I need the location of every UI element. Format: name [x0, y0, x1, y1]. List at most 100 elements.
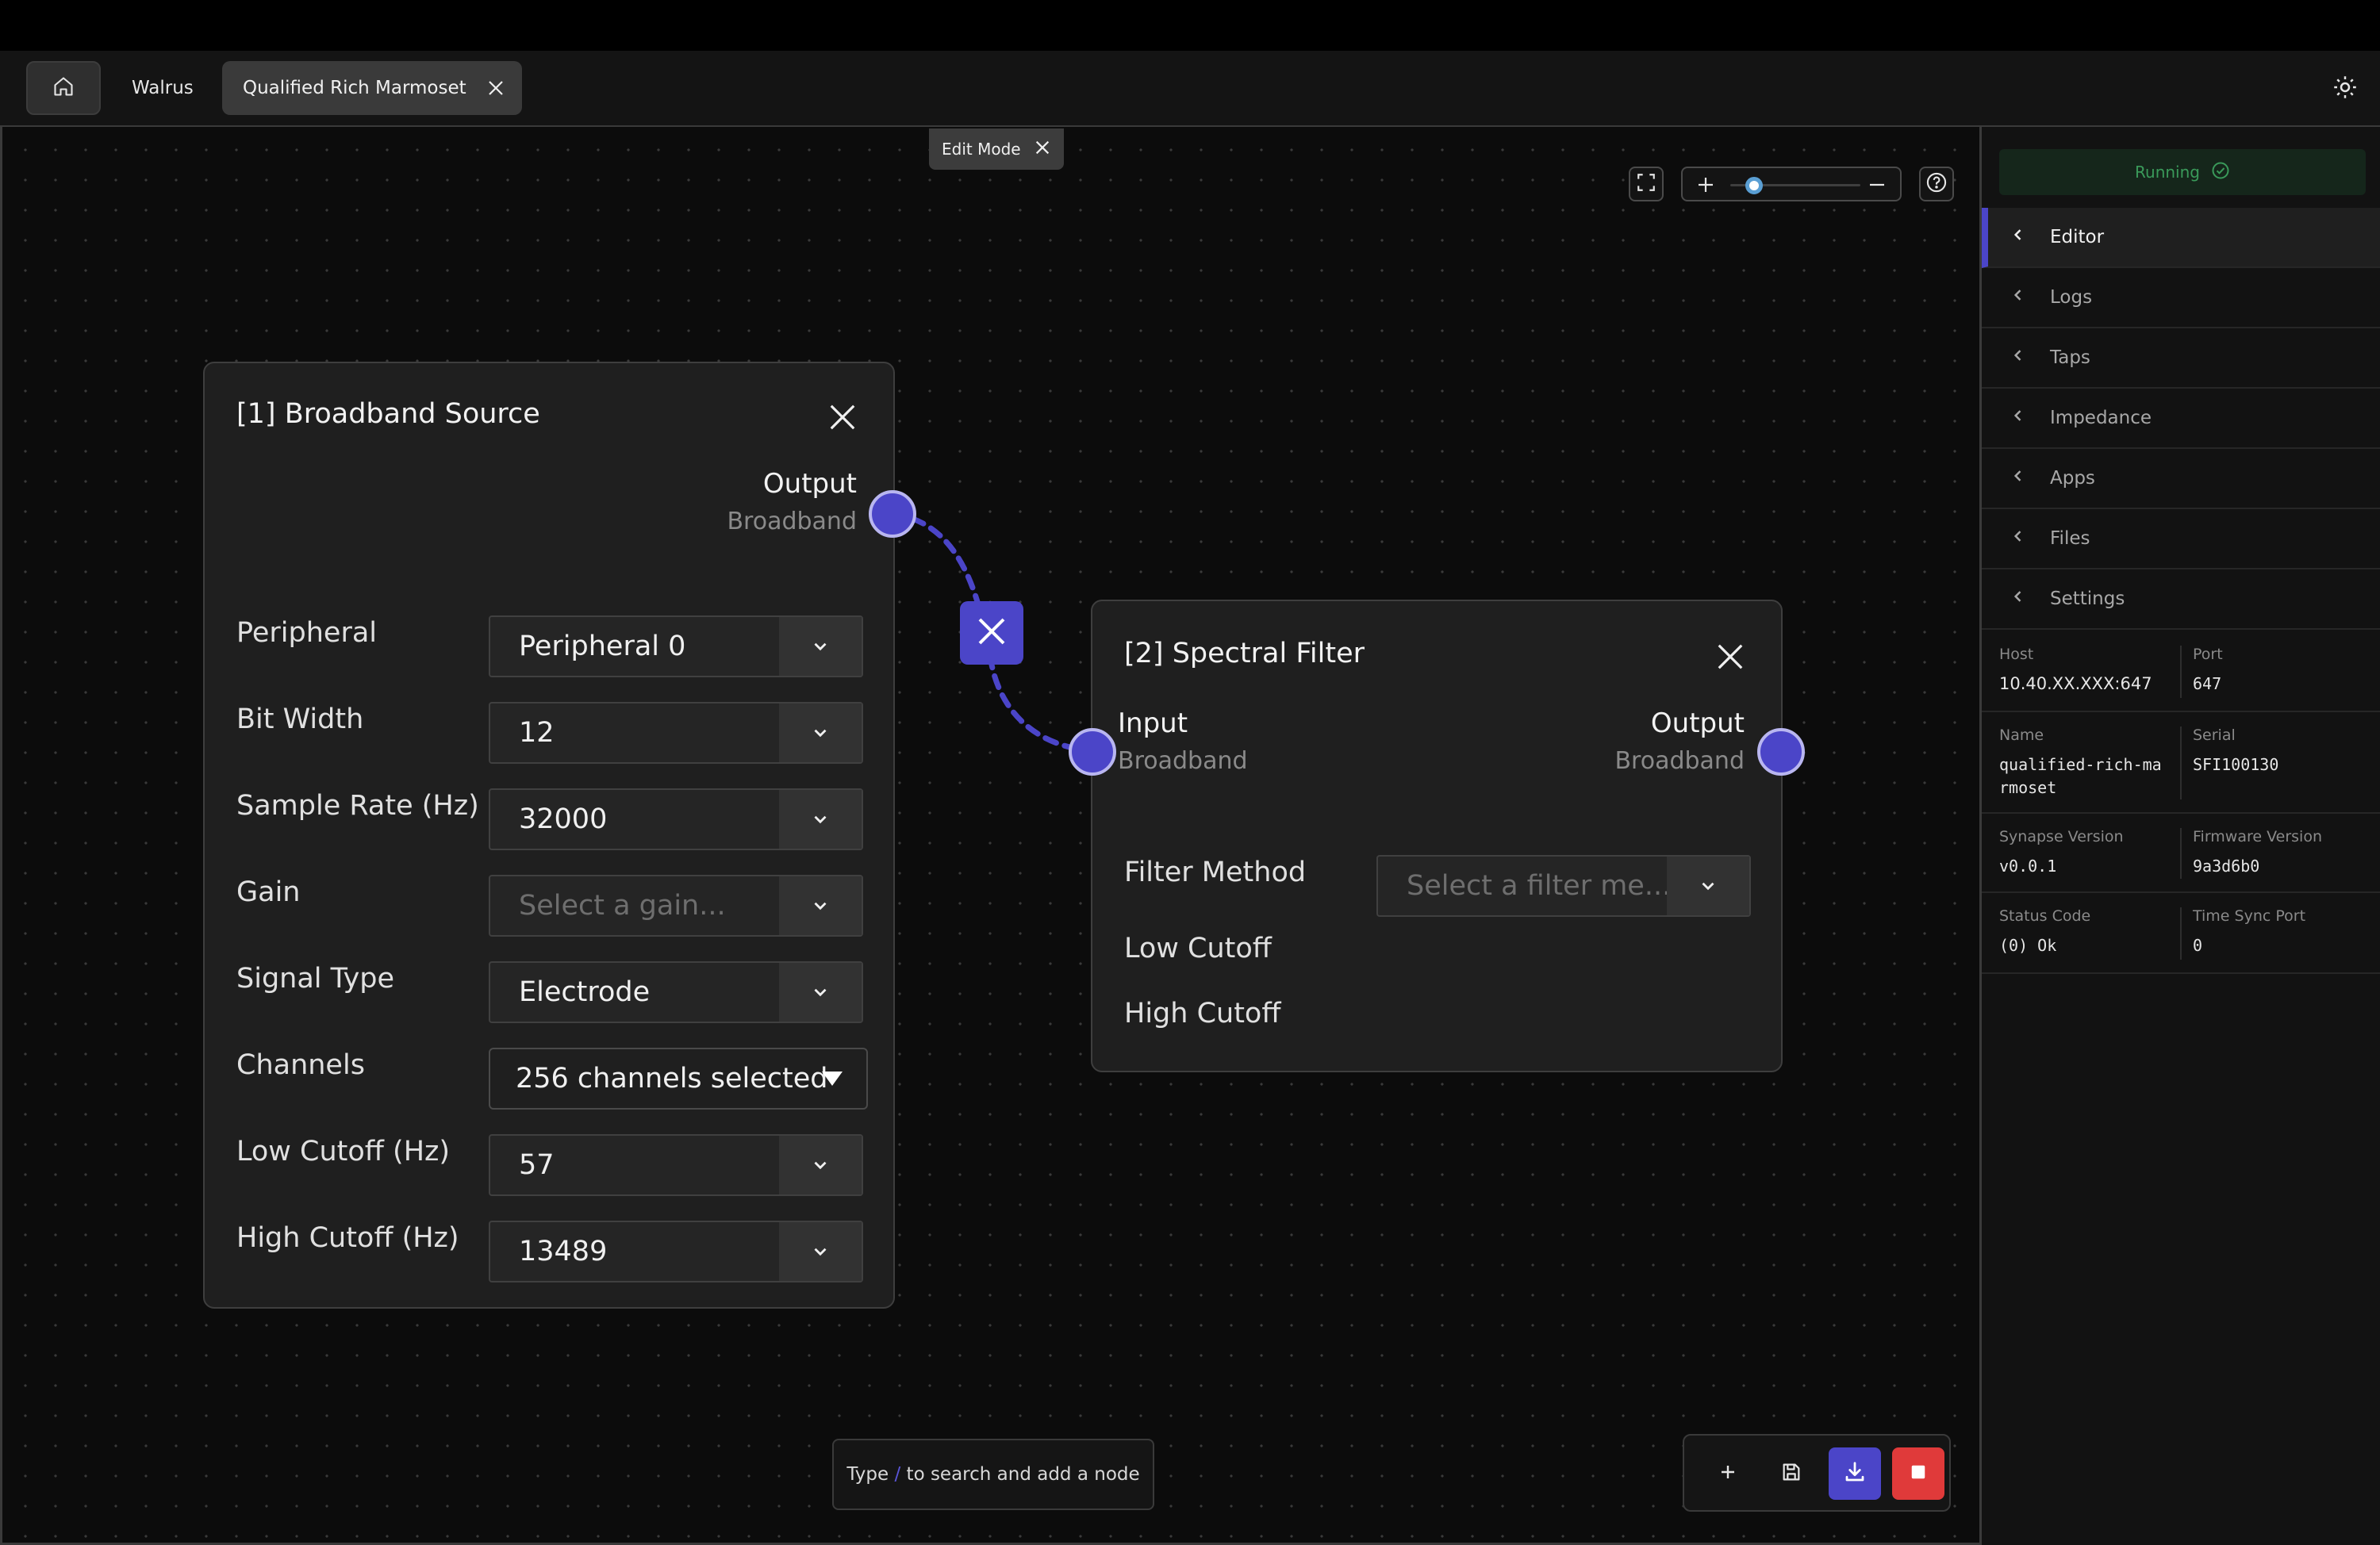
- sample-rate-label: Sample Rate (Hz): [236, 790, 479, 822]
- nav-item-apps[interactable]: Apps: [1982, 449, 2380, 509]
- sun-icon: [2333, 75, 2357, 102]
- low-cutoff-label: Low Cutoff (Hz): [236, 1136, 451, 1167]
- serial-label: Serial: [2193, 726, 2236, 744]
- tab-label: Qualified Rich Marmoset: [243, 78, 466, 98]
- filter-output-port[interactable]: [1757, 728, 1805, 776]
- synapse-version-info: Synapse Version v0.0.1: [1999, 828, 2124, 878]
- theme-toggle-button[interactable]: [2329, 73, 2361, 105]
- low-cutoff-select[interactable]: 57: [489, 1134, 863, 1196]
- status-badge: Running: [1999, 149, 2366, 195]
- filter-method-label: Filter Method: [1124, 857, 1307, 888]
- nav-item-impedance[interactable]: Impedance: [1982, 389, 2380, 449]
- nav-label: Files: [2050, 528, 2090, 549]
- channels-multiselect[interactable]: 256 channels selected: [489, 1048, 868, 1110]
- filter-input-port[interactable]: [1069, 728, 1116, 776]
- chevron-left-icon: [2010, 227, 2026, 247]
- gain-select[interactable]: Select a gain...: [489, 875, 863, 937]
- select-value: Electrode: [519, 976, 651, 1008]
- synapse-version-value: v0.0.1: [1999, 857, 2057, 876]
- name-label: Name: [1999, 726, 2044, 744]
- firmware-version-value: 9a3d6b0: [2193, 857, 2260, 876]
- info-divider: [2180, 726, 2182, 799]
- filter-method-select[interactable]: Select a filter me...: [1376, 855, 1751, 917]
- synapse-version-label: Synapse Version: [1999, 828, 2124, 845]
- chevron-down-icon: [1667, 857, 1749, 915]
- stop-icon: [1910, 1463, 1927, 1484]
- output-port-type: Broadband: [727, 508, 857, 535]
- sample-rate-select[interactable]: 32000: [489, 788, 863, 850]
- output-port-label: Output: [762, 468, 857, 500]
- chevron-down-icon: [779, 1222, 862, 1281]
- tab-qualified-rich-marmoset[interactable]: Qualified Rich Marmoset: [222, 61, 522, 115]
- channels-value: 256 channels selected: [516, 1063, 828, 1095]
- chevron-down-icon: [779, 617, 862, 676]
- info-divider: [2180, 828, 2182, 879]
- device-info-host-port: Host 10.40.XX.XXX:647 Port 647: [1982, 631, 2380, 712]
- download-icon: [1843, 1460, 1867, 1487]
- spectral-filter-node[interactable]: [2] Spectral Filter Input Broadband Outp…: [1091, 600, 1783, 1072]
- chevron-down-icon: [779, 703, 862, 762]
- firmware-version-label: Firmware Version: [2193, 828, 2322, 845]
- bit-width-label: Bit Width: [236, 703, 364, 735]
- nav-item-taps[interactable]: Taps: [1982, 328, 2380, 389]
- info-divider: [2180, 907, 2182, 960]
- canvas-action-toolbar: [1683, 1434, 1951, 1512]
- peripheral-label: Peripheral: [236, 617, 377, 649]
- chevron-left-icon: [2010, 468, 2026, 489]
- input-port-label: Input: [1118, 707, 1188, 739]
- nav-item-logs[interactable]: Logs: [1982, 268, 2380, 328]
- home-button[interactable]: [26, 61, 101, 115]
- source-output-port[interactable]: [869, 490, 916, 538]
- hint-prefix: Type: [846, 1464, 895, 1485]
- select-value: 12: [519, 717, 555, 749]
- nav-label: Apps: [2050, 468, 2095, 489]
- info-divider: [2180, 646, 2182, 698]
- node-title: [1] Broadband Source: [236, 398, 540, 430]
- stop-button[interactable]: [1892, 1447, 1944, 1500]
- host-value: 10.40.XX.XXX:647: [1999, 674, 2152, 693]
- output-port-label: Output: [1650, 707, 1745, 739]
- high-cutoff-select[interactable]: 13489: [489, 1221, 863, 1282]
- save-button[interactable]: [1765, 1447, 1818, 1500]
- select-placeholder: Select a gain...: [519, 890, 726, 922]
- filter-low-cutoff-label: Low Cutoff: [1124, 933, 1272, 964]
- output-port-type: Broadband: [1614, 747, 1745, 775]
- nav-label: Impedance: [2050, 408, 2152, 428]
- add-node-button[interactable]: [1702, 1447, 1754, 1500]
- serial-value: SFI100130: [2193, 755, 2279, 774]
- port-info: Port 647: [2193, 646, 2223, 696]
- peripheral-select[interactable]: Peripheral 0: [489, 615, 863, 677]
- close-icon[interactable]: [486, 78, 506, 98]
- time-sync-port-label: Time Sync Port: [2193, 907, 2306, 925]
- close-icon[interactable]: [827, 401, 858, 433]
- chevron-down-icon: [779, 963, 862, 1022]
- signal-type-select[interactable]: Electrode: [489, 961, 863, 1023]
- nav-label: Editor: [2050, 227, 2105, 247]
- chevron-left-icon: [2010, 588, 2026, 609]
- node-editor-canvas[interactable]: Edit Mode [1] Broadband Source Output Br…: [0, 127, 1982, 1545]
- select-placeholder: Select a filter me...: [1407, 870, 1672, 902]
- nav-label: Taps: [2050, 347, 2090, 368]
- gain-label: Gain: [236, 876, 301, 908]
- nav-item-files[interactable]: Files: [1982, 509, 2380, 569]
- broadband-source-node[interactable]: [1] Broadband Source Output Broadband Pe…: [203, 362, 895, 1309]
- port-label: Port: [2193, 646, 2223, 663]
- select-value: 32000: [519, 803, 608, 835]
- node-title: [2] Spectral Filter: [1124, 638, 1365, 669]
- nav-item-settings[interactable]: Settings: [1982, 569, 2380, 630]
- chevron-down-icon: [779, 790, 862, 849]
- tab-walrus[interactable]: Walrus: [119, 61, 206, 115]
- delete-connection-button[interactable]: [960, 601, 1023, 665]
- input-port-type: Broadband: [1118, 747, 1248, 775]
- status-code-label: Status Code: [1999, 907, 2091, 925]
- select-value: 57: [519, 1149, 555, 1181]
- nav-item-editor[interactable]: Editor: [1982, 208, 2380, 268]
- caret-down-icon: [822, 1072, 843, 1086]
- add-node-search-hint[interactable]: Type / to search and add a node: [832, 1439, 1154, 1510]
- serial-info: Serial SFI100130: [2193, 726, 2278, 776]
- close-icon[interactable]: [1714, 641, 1746, 673]
- hint-key: /: [894, 1464, 901, 1485]
- deploy-button[interactable]: [1829, 1447, 1881, 1500]
- device-info-name-serial: Name qualified-rich-marmoset Serial SFI1…: [1982, 712, 2380, 814]
- bit-width-select[interactable]: 12: [489, 702, 863, 764]
